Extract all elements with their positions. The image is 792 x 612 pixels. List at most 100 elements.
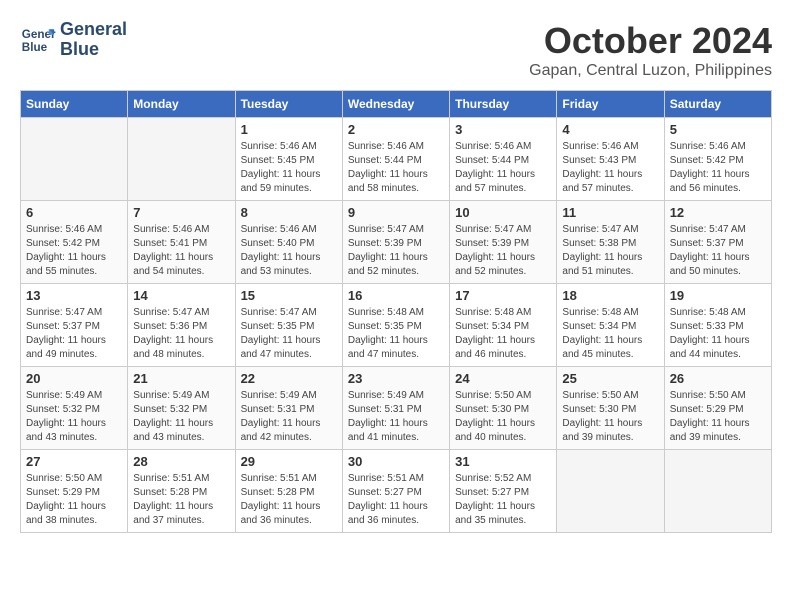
day-detail: Sunrise: 5:46 AMSunset: 5:42 PMDaylight:… (26, 223, 122, 279)
logo-text-line1: General (60, 20, 127, 40)
column-header-friday: Friday (557, 91, 664, 118)
calendar-cell: 30 Sunrise: 5:51 AMSunset: 5:27 PMDayligh… (342, 450, 449, 533)
day-detail: Sunrise: 5:46 AMSunset: 5:41 PMDaylight:… (133, 223, 229, 279)
calendar-cell: 10 Sunrise: 5:47 AMSunset: 5:39 PMDayligh… (450, 201, 557, 284)
day-number: 26 (670, 371, 766, 386)
day-number: 3 (455, 122, 551, 137)
day-detail: Sunrise: 5:46 AMSunset: 5:45 PMDaylight:… (241, 140, 337, 196)
day-detail: Sunrise: 5:47 AMSunset: 5:39 PMDaylight:… (455, 223, 551, 279)
day-number: 19 (670, 288, 766, 303)
day-number: 22 (241, 371, 337, 386)
day-number: 14 (133, 288, 229, 303)
column-header-sunday: Sunday (21, 91, 128, 118)
calendar-cell: 13Sunrise: 5:47 AMSunset: 5:37 PMDayligh… (21, 284, 128, 367)
day-detail: Sunrise: 5:48 AMSunset: 5:35 PMDaylight:… (348, 306, 444, 362)
logo-text-line2: Blue (60, 40, 127, 60)
calendar-cell: 17Sunrise: 5:48 AMSunset: 5:34 PMDayligh… (450, 284, 557, 367)
location-title: Gapan, Central Luzon, Philippines (529, 62, 772, 80)
day-number: 30 (348, 454, 444, 469)
day-detail: Sunrise: 5:48 AMSunset: 5:34 PMDaylight:… (562, 306, 658, 362)
calendar-cell: 9Sunrise: 5:47 AMSunset: 5:39 PMDaylight… (342, 201, 449, 284)
column-header-saturday: Saturday (664, 91, 771, 118)
calendar-cell: 25 Sunrise: 5:50 AMSunset: 5:30 PMDayligh… (557, 367, 664, 450)
day-number: 12 (670, 205, 766, 220)
day-number: 17 (455, 288, 551, 303)
day-number: 28 (133, 454, 229, 469)
column-header-tuesday: Tuesday (235, 91, 342, 118)
day-detail: Sunrise: 5:52 AMSunset: 5:27 PMDaylight:… (455, 472, 551, 528)
day-number: 4 (562, 122, 658, 137)
day-detail: Sunrise: 5:49 AMSunset: 5:32 PMDaylight:… (133, 389, 229, 445)
day-detail: Sunrise: 5:51 AMSunset: 5:27 PMDaylight:… (348, 472, 444, 528)
column-header-wednesday: Wednesday (342, 91, 449, 118)
day-number: 18 (562, 288, 658, 303)
day-number: 6 (26, 205, 122, 220)
day-detail: Sunrise: 5:50 AMSunset: 5:30 PMDaylight:… (562, 389, 658, 445)
calendar-cell: 6 Sunrise: 5:46 AMSunset: 5:42 PMDaylight… (21, 201, 128, 284)
calendar-cell (664, 450, 771, 533)
calendar-cell: 22 Sunrise: 5:49 AMSunset: 5:31 PMDayligh… (235, 367, 342, 450)
day-number: 15 (241, 288, 337, 303)
calendar-cell: 3Sunrise: 5:46 AMSunset: 5:44 PMDaylight… (450, 118, 557, 201)
calendar-cell: 5 Sunrise: 5:46 AMSunset: 5:42 PMDaylight… (664, 118, 771, 201)
calendar-cell: 1 Sunrise: 5:46 AMSunset: 5:45 PMDaylight… (235, 118, 342, 201)
day-number: 13 (26, 288, 122, 303)
day-detail: Sunrise: 5:46 AMSunset: 5:42 PMDaylight:… (670, 140, 766, 196)
day-detail: Sunrise: 5:46 AMSunset: 5:40 PMDaylight:… (241, 223, 337, 279)
day-number: 5 (670, 122, 766, 137)
day-number: 24 (455, 371, 551, 386)
week-row-2: 6 Sunrise: 5:46 AMSunset: 5:42 PMDaylight… (21, 201, 772, 284)
calendar-cell: 8 Sunrise: 5:46 AMSunset: 5:40 PMDaylight… (235, 201, 342, 284)
calendar-cell: 15 Sunrise: 5:47 AMSunset: 5:35 PMDayligh… (235, 284, 342, 367)
calendar-cell: 26 Sunrise: 5:50 AMSunset: 5:29 PMDayligh… (664, 367, 771, 450)
week-row-1: 1 Sunrise: 5:46 AMSunset: 5:45 PMDaylight… (21, 118, 772, 201)
week-row-3: 13Sunrise: 5:47 AMSunset: 5:37 PMDayligh… (21, 284, 772, 367)
day-number: 27 (26, 454, 122, 469)
day-detail: Sunrise: 5:50 AMSunset: 5:29 PMDaylight:… (26, 472, 122, 528)
calendar-cell: 2Sunrise: 5:46 AMSunset: 5:44 PMDaylight… (342, 118, 449, 201)
day-number: 16 (348, 288, 444, 303)
day-number: 11 (562, 205, 658, 220)
day-number: 7 (133, 205, 229, 220)
calendar-cell: 7 Sunrise: 5:46 AMSunset: 5:41 PMDaylight… (128, 201, 235, 284)
title-section: October 2024 Gapan, Central Luzon, Phili… (529, 20, 772, 80)
calendar-cell (557, 450, 664, 533)
day-detail: Sunrise: 5:47 AMSunset: 5:35 PMDaylight:… (241, 306, 337, 362)
calendar-cell: 4Sunrise: 5:46 AMSunset: 5:43 PMDaylight… (557, 118, 664, 201)
day-detail: Sunrise: 5:46 AMSunset: 5:44 PMDaylight:… (348, 140, 444, 196)
day-detail: Sunrise: 5:47 AMSunset: 5:39 PMDaylight:… (348, 223, 444, 279)
calendar-cell: 20Sunrise: 5:49 AMSunset: 5:32 PMDayligh… (21, 367, 128, 450)
calendar-cell: 24 Sunrise: 5:50 AMSunset: 5:30 PMDayligh… (450, 367, 557, 450)
month-year-title: October 2024 (529, 20, 772, 62)
calendar-cell: 28Sunrise: 5:51 AMSunset: 5:28 PMDayligh… (128, 450, 235, 533)
calendar-cell: 16 Sunrise: 5:48 AMSunset: 5:35 PMDayligh… (342, 284, 449, 367)
calendar-cell: 19Sunrise: 5:48 AMSunset: 5:33 PMDayligh… (664, 284, 771, 367)
day-number: 31 (455, 454, 551, 469)
calendar-cell: 23Sunrise: 5:49 AMSunset: 5:31 PMDayligh… (342, 367, 449, 450)
day-number: 10 (455, 205, 551, 220)
day-detail: Sunrise: 5:47 AMSunset: 5:38 PMDaylight:… (562, 223, 658, 279)
day-number: 1 (241, 122, 337, 137)
column-header-thursday: Thursday (450, 91, 557, 118)
day-number: 21 (133, 371, 229, 386)
calendar-cell: 31 Sunrise: 5:52 AMSunset: 5:27 PMDayligh… (450, 450, 557, 533)
logo: General Blue General Blue (20, 20, 127, 60)
day-detail: Sunrise: 5:50 AMSunset: 5:29 PMDaylight:… (670, 389, 766, 445)
header: General Blue General Blue October 2024 G… (20, 20, 772, 80)
calendar-cell (21, 118, 128, 201)
day-detail: Sunrise: 5:50 AMSunset: 5:30 PMDaylight:… (455, 389, 551, 445)
calendar-cell: 14 Sunrise: 5:47 AMSunset: 5:36 PMDayligh… (128, 284, 235, 367)
calendar-cell: 12 Sunrise: 5:47 AMSunset: 5:37 PMDayligh… (664, 201, 771, 284)
day-detail: Sunrise: 5:47 AMSunset: 5:37 PMDaylight:… (670, 223, 766, 279)
week-row-5: 27 Sunrise: 5:50 AMSunset: 5:29 PMDayligh… (21, 450, 772, 533)
day-number: 8 (241, 205, 337, 220)
day-detail: Sunrise: 5:49 AMSunset: 5:31 PMDaylight:… (241, 389, 337, 445)
calendar-cell: 11 Sunrise: 5:47 AMSunset: 5:38 PMDayligh… (557, 201, 664, 284)
day-detail: Sunrise: 5:47 AMSunset: 5:36 PMDaylight:… (133, 306, 229, 362)
calendar-cell (128, 118, 235, 201)
week-row-4: 20 Sunrise: 5:49 AMSunset: 5:32 PMDayligh… (21, 367, 772, 450)
day-number: 20 (26, 371, 122, 386)
day-number: 25 (562, 371, 658, 386)
day-number: 23 (348, 371, 444, 386)
logo-icon: General Blue (20, 22, 56, 58)
